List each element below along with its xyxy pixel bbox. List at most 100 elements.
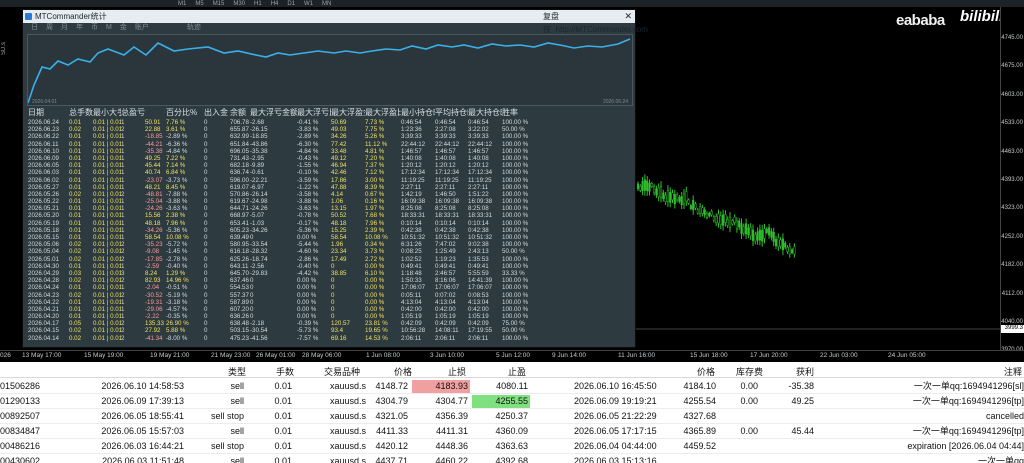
mtcommander-stats-window[interactable]: MTCommander统计 复盘侠 http://MTCommander.com… [22,9,648,348]
table-cell: 0:46:54 [468,119,489,126]
open-price-cell[interactable]: 4304.79 [372,395,408,408]
order-type-cell[interactable]: sell stop [176,440,244,453]
take-profit-cell[interactable]: 4255.55 [472,395,530,408]
header-symbol[interactable]: 交易品种 [324,366,360,379]
header-price[interactable]: 价格 [394,366,412,379]
table-cell: 0 [331,262,335,270]
header-swap[interactable]: 库存费 [736,366,763,379]
order-row[interactable]: 01506286 2026.06.10 14:58:53 sell 0.01 xauus… [0,379,1024,394]
comment-cell[interactable]: 一次一单qq [860,455,1024,463]
open-price-cell[interactable]: 4437.71 [372,455,408,463]
header-profit[interactable]: 获利 [796,366,814,379]
comment-cell[interactable]: 一次一单qq:1694941296[tp] [860,425,1024,438]
open-price-cell[interactable]: 4420.12 [372,440,408,453]
table-cell: 2026.04.21 [28,305,59,313]
comment-cell[interactable]: expiration [2026.06.04 04:44] [860,440,1024,453]
table-cell: 1 [121,183,125,191]
menu-item[interactable]: 周 [46,23,53,33]
header-lots[interactable]: 手数 [276,366,294,379]
column-header[interactable]: 出入金 [204,107,230,119]
table-cell: 0.02 [69,255,82,263]
stop-loss-cell[interactable]: 4448.36 [412,440,470,453]
comment-cell[interactable]: cancelled [860,410,1024,423]
table-row: 2026.04.22 0.01 0.01 | 0.01 1 -19.31 -3.18 % 0… [28,299,632,306]
order-type-cell[interactable]: sell [176,395,244,408]
timeframe-m5-button[interactable]: M5 [195,1,203,7]
stop-loss-cell[interactable]: 4183.93 [412,380,470,393]
take-profit-cell[interactable]: 4363.63 [472,440,530,453]
open-price-cell[interactable]: 4148.72 [372,380,408,393]
order-type-cell[interactable]: sell [176,455,244,463]
order-type-cell[interactable]: sell [176,425,244,438]
menu-item[interactable]: 账户 [135,23,149,33]
column-header[interactable]: 百分比% [166,107,204,119]
timeframe-h4-button[interactable]: H4 [271,1,279,7]
timeframe-w1-button[interactable]: W1 [304,1,313,7]
column-header[interactable] [538,107,572,119]
menu-item[interactable]: 年 [76,23,83,33]
timeframe-m15-button[interactable]: M15 [213,1,225,7]
order-row[interactable]: 01290133 2026.06.09 17:39:13 sell 0.01 xauus… [0,394,1024,409]
take-profit-cell[interactable]: 4360.09 [472,425,530,438]
order-type-cell[interactable]: sell stop [176,410,244,423]
column-header[interactable]: 最大浮亏金额 [250,107,297,119]
header-type[interactable]: 类型 [228,366,246,379]
column-header[interactable] [145,107,166,119]
timeframe-h1-button[interactable]: H1 [254,1,262,7]
header-sl[interactable]: 止损 [448,366,466,379]
candle-body [791,249,794,254]
close-icon[interactable]: ✕ [624,10,632,23]
window-titlebar[interactable]: MTCommander统计 复盘侠 http://MTCommander.com… [23,10,648,34]
take-profit-cell[interactable]: 4392.68 [472,455,530,463]
open-price-cell[interactable]: 4321.05 [372,410,408,423]
timeframe-mn-button[interactable]: MN [322,1,331,7]
menu-item[interactable]: 月 [61,23,68,33]
column-header[interactable]: 最大浮亏比例 [297,107,331,119]
menu-item[interactable]: 日 [31,23,38,33]
column-header[interactable]: 平均持仓时间 [435,107,468,119]
column-header[interactable]: 最大浮盈金额 [331,107,365,119]
column-header[interactable]: 总盈亏金额 [121,107,145,119]
order-type-cell[interactable]: sell [176,380,244,393]
table-cell: 0 [204,313,208,321]
column-header[interactable]: 最小大手数 [93,107,121,119]
column-header[interactable]: 最大持仓时间 [468,107,502,119]
order-row[interactable]: 00486216 2026.06.03 16:44:21 sell stop 0.01… [0,439,1024,454]
column-header[interactable]: 最小持仓时间 [401,107,435,119]
take-profit-cell[interactable]: 4080.11 [472,380,530,393]
table-cell: 2026.05.22 [28,198,59,206]
menu-item[interactable]: 金 [120,23,127,33]
header-comment[interactable]: 注释 [1004,366,1022,379]
column-header[interactable]: 余额 [230,107,250,119]
menu-item[interactable]: M [106,23,112,33]
open-price-cell[interactable]: 4411.33 [372,425,408,438]
stop-loss-cell[interactable]: 4411.31 [412,425,470,438]
table-cell: 4.81 % [365,147,385,155]
table-cell: 0:07:02 [435,291,456,299]
order-row[interactable]: 00892507 2026.06.05 18:55:41 sell stop 0.01… [0,409,1024,424]
table-cell: 0.01 | 0.01 [93,269,121,277]
menu-item[interactable]: 币 [91,23,98,33]
comment-cell[interactable]: 一次一单qq:1694941296[sl] [860,380,1024,393]
column-header[interactable]: 日期 [28,107,69,119]
stop-loss-cell[interactable]: 4304.77 [412,395,470,408]
comment-cell[interactable]: 一次一单qq:1694941296[tp] [860,395,1024,408]
header-tp[interactable]: 止盈 [508,366,526,379]
header-close-price[interactable]: 价格 [697,366,715,379]
stop-loss-cell[interactable]: 4460.22 [412,455,470,463]
timeframe-m30-button[interactable]: M30 [233,1,245,7]
column-header[interactable]: 胜率 [502,107,538,119]
table-cell: 0.01 [69,284,82,292]
timeframe-d1-button[interactable]: D1 [287,1,295,7]
column-header[interactable]: 最大浮盈比例 [365,107,401,119]
table-cell: 11.12 % [365,140,388,148]
column-header[interactable]: 总手数 [69,107,93,119]
take-profit-cell[interactable]: 4250.37 [472,410,530,423]
menu-item[interactable]: 轨迹 [187,23,201,33]
stop-loss-cell[interactable]: 4356.39 [412,410,470,423]
candle-body [646,180,649,192]
order-row[interactable]: 00430602 2026.06.03 11:51:48 sell 0.01 xauus… [0,454,1024,463]
timeframe-m1-button[interactable]: M1 [178,1,186,7]
lots-cell: 0.01 [274,381,292,391]
order-row[interactable]: 00834847 2026.06.05 15:57:03 sell 0.01 xauus… [0,424,1024,439]
